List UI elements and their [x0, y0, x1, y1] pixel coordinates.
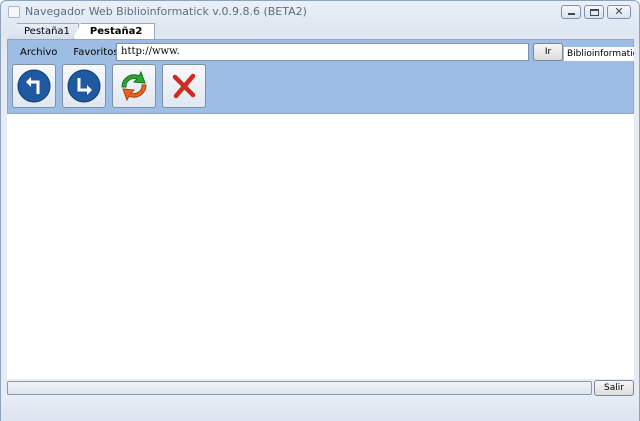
status-bar [7, 381, 592, 395]
maximize-icon [590, 9, 599, 16]
close-icon: ✕ [614, 5, 624, 18]
tab-strip: Pestaña1 Pestaña2 [9, 23, 156, 39]
back-arrow-icon [17, 69, 51, 103]
back-button[interactable] [12, 64, 56, 108]
menu-bar: Archivo Favoritos [14, 46, 125, 60]
stop-icon [172, 73, 196, 99]
window-title: Navegador Web Biblioinformatick v.0.9.8.… [25, 5, 307, 18]
tab-pestana2[interactable]: Pestaña2 [72, 23, 156, 39]
browser-window: Navegador Web Biblioinformatick v.0.9.8.… [0, 0, 640, 421]
refresh-icon [121, 70, 147, 102]
menu-archivo[interactable]: Archivo [14, 46, 63, 60]
window-controls: ✕ [561, 5, 631, 19]
window-bottom-frame [1, 400, 639, 421]
title-bar[interactable]: Navegador Web Biblioinformatick v.0.9.8.… [1, 1, 639, 23]
web-content-area[interactable] [7, 114, 634, 379]
refresh-button[interactable] [112, 64, 156, 108]
exit-button[interactable]: Salir [594, 380, 634, 396]
toolbar-panel: Archivo Favoritos http://www. Ir Biblioi… [7, 39, 634, 114]
minimize-button[interactable] [561, 5, 581, 19]
go-button[interactable]: Ir [533, 43, 563, 61]
brand-label: Biblioinformatick ® [564, 47, 634, 61]
stop-button[interactable] [162, 64, 206, 108]
navigation-buttons [12, 64, 206, 108]
forward-button[interactable] [62, 64, 106, 108]
app-icon [8, 6, 20, 18]
address-input[interactable]: http://www. [116, 43, 529, 61]
maximize-button[interactable] [584, 5, 604, 19]
forward-arrow-icon [67, 69, 101, 103]
close-button[interactable]: ✕ [607, 5, 631, 19]
minimize-icon [568, 13, 575, 15]
tab-pestana1[interactable]: Pestaña1 [9, 23, 79, 39]
